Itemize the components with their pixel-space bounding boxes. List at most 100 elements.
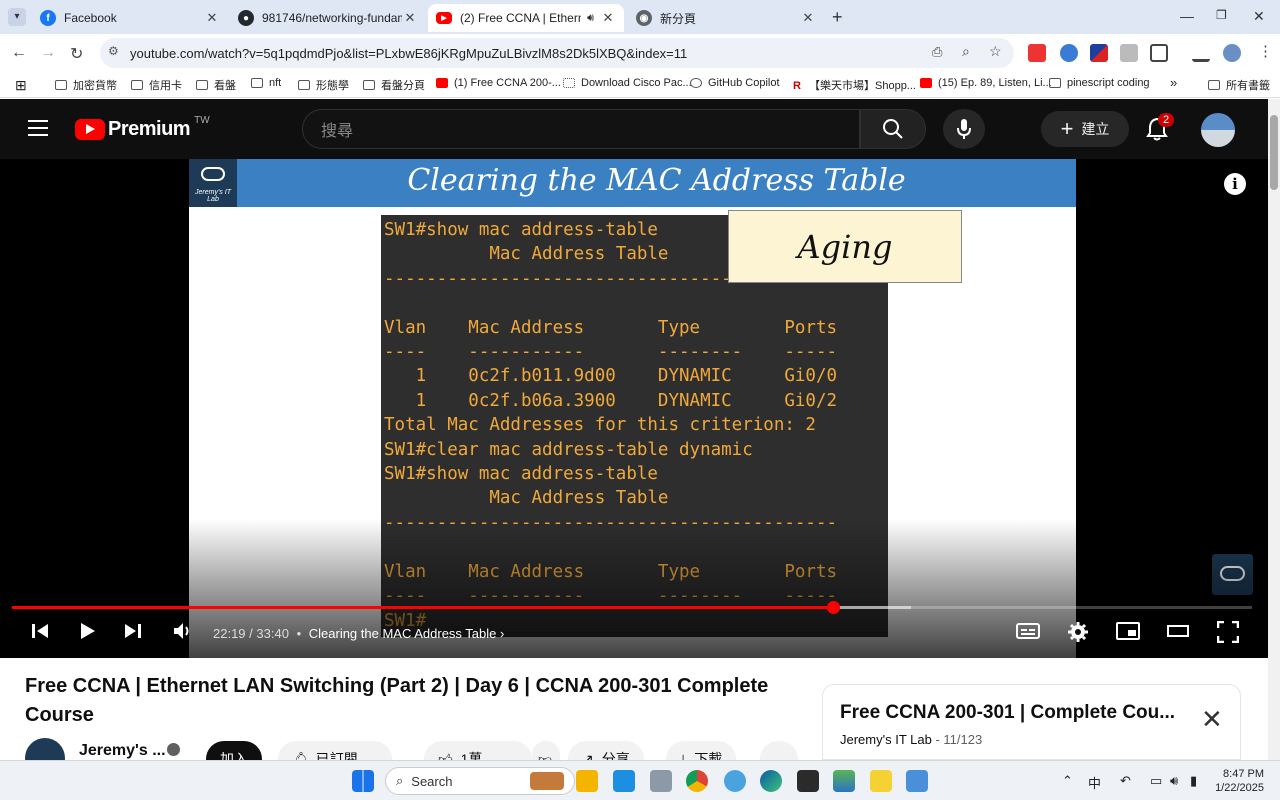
bookmark-item[interactable]: 信用卡 — [131, 77, 182, 93]
network-icon[interactable]: ▭ — [1150, 773, 1162, 789]
like-button[interactable]: 👍︎ 1萬 — [424, 741, 532, 760]
video-player[interactable]: Jeremy's IT Lab Clearing the MAC Address… — [0, 159, 1268, 658]
bookmark-item[interactable]: nft — [251, 77, 281, 89]
apps-grid-icon[interactable]: ⊞ — [15, 77, 27, 94]
zoom-icon[interactable]: ⌕ — [962, 43, 970, 60]
tab-new-tab[interactable]: ◉ 新分頁 ✕ — [628, 4, 824, 32]
bookmark-item[interactable]: 看盤分頁 — [363, 77, 425, 93]
ime-mode-icon[interactable]: ↶ — [1120, 773, 1131, 789]
forward-icon[interactable]: → — [40, 44, 56, 62]
dislike-button[interactable]: 👎︎ — [532, 741, 560, 760]
speaker-icon[interactable]: 🔊︎ — [587, 12, 594, 25]
site-info-icon[interactable]: ⚙ — [108, 44, 119, 58]
volume-icon[interactable]: 🔊︎ — [1170, 773, 1178, 789]
bookmark-item[interactable]: 加密貨幣 — [55, 77, 117, 93]
download-button[interactable]: ⤓ 下載 — [666, 741, 737, 760]
app-icon[interactable] — [650, 770, 672, 792]
search-button[interactable] — [860, 109, 926, 149]
extension-new-icon[interactable] — [1028, 44, 1046, 62]
bookmark-item[interactable]: (15) Ep. 89, Listen, Li... — [920, 77, 1052, 89]
bookmark-star-icon[interactable]: ☆ — [989, 43, 1002, 60]
all-bookmarks-item[interactable]: 所有書籤 — [1208, 77, 1270, 93]
app-icon[interactable] — [613, 770, 635, 792]
edge-icon[interactable] — [760, 770, 782, 792]
close-window-icon[interactable]: ✕ — [1253, 8, 1265, 25]
app-icon[interactable] — [833, 770, 855, 792]
scrubber-handle[interactable] — [826, 601, 840, 614]
minimize-icon[interactable]: — — [1180, 8, 1194, 24]
profile-avatar[interactable] — [1223, 44, 1241, 62]
play-icon[interactable] — [78, 621, 98, 641]
close-tab-icon[interactable]: ✕ — [204, 10, 220, 26]
browser-menu-icon[interactable]: ⋮ — [1258, 42, 1273, 60]
playlist-title[interactable]: Free CCNA 200-301 | Complete Cou... — [840, 702, 1175, 724]
tab-youtube-active[interactable]: ▶ (2) Free CCNA | Ethernet LA 🔊︎ ✕ — [428, 4, 624, 32]
bookmark-item[interactable]: (1) Free CCNA 200-... — [436, 77, 561, 89]
bookmark-item[interactable]: 形態學 — [298, 77, 349, 93]
extensions-puzzle-icon[interactable] — [1150, 44, 1168, 62]
bookmarks-overflow-icon[interactable]: » — [1170, 75, 1177, 90]
create-button[interactable]: + 建立 — [1041, 111, 1129, 147]
tab-facebook[interactable]: f Facebook ✕ — [32, 4, 228, 32]
tab-github[interactable]: ● 981746/networking-fundament ✕ — [230, 4, 426, 32]
theater-mode-icon[interactable] — [1167, 621, 1189, 641]
fullscreen-icon[interactable] — [1217, 621, 1239, 643]
channel-avatar[interactable] — [25, 738, 65, 760]
chevron-up-icon[interactable]: ⌃ — [1062, 773, 1073, 789]
reload-icon[interactable]: ↻ — [70, 44, 83, 64]
app-icon[interactable] — [724, 770, 746, 792]
terminal-icon[interactable] — [797, 770, 819, 792]
tab-search-button[interactable]: ▾ — [8, 8, 26, 26]
bookmark-item[interactable]: R 【樂天市場】Shopp... — [793, 77, 916, 93]
bookmark-item[interactable]: Download Cisco Pac... — [563, 77, 692, 89]
app-icon[interactable] — [870, 770, 892, 792]
notifications-button[interactable]: 2 — [1146, 113, 1175, 146]
bookmark-item[interactable]: pinescript coding — [1049, 77, 1150, 89]
extension-flag-icon[interactable] — [1090, 44, 1108, 62]
install-icon[interactable]: ⎙ — [932, 44, 942, 60]
join-button[interactable]: 加入 — [206, 741, 262, 760]
extension-icon[interactable] — [1120, 44, 1138, 62]
share-button[interactable]: ↗ 分享 — [568, 741, 644, 760]
voice-search-button[interactable] — [943, 109, 985, 149]
close-icon[interactable]: ✕ — [1201, 706, 1223, 732]
extension-icon[interactable] — [1060, 44, 1078, 62]
youtube-logo[interactable]: Premium TW — [75, 115, 210, 141]
info-icon[interactable]: i — [1224, 173, 1246, 195]
close-tab-icon[interactable]: ✕ — [800, 10, 816, 26]
account-avatar[interactable] — [1201, 113, 1235, 147]
previous-icon[interactable] — [30, 621, 50, 641]
taskbar-clock[interactable]: 8:47 PM 1/22/2025 — [1210, 767, 1264, 795]
hamburger-menu-icon[interactable] — [28, 120, 48, 136]
settings-gear-icon[interactable] — [1067, 621, 1089, 643]
chrome-icon[interactable] — [686, 770, 708, 792]
bookmark-item[interactable]: 看盤 — [196, 77, 236, 93]
subscribed-button[interactable]: 🔔︎ 已訂閱 ⌄ — [278, 741, 392, 760]
close-tab-icon[interactable]: ✕ — [600, 10, 616, 26]
scrollbar-thumb[interactable] — [1270, 115, 1278, 190]
channel-name[interactable]: Jeremy's ... — [79, 742, 166, 760]
next-icon[interactable] — [123, 621, 143, 641]
miniplayer-icon[interactable] — [1116, 621, 1140, 641]
subtitles-icon[interactable] — [1016, 621, 1040, 641]
taskbar-search[interactable]: ⌕ Search — [385, 767, 575, 795]
battery-icon[interactable]: ▮ — [1190, 773, 1197, 789]
restore-icon[interactable]: ❐ — [1216, 8, 1227, 22]
back-icon[interactable]: ← — [11, 44, 27, 62]
file-explorer-icon[interactable] — [576, 770, 598, 792]
close-tab-icon[interactable]: ✕ — [402, 10, 418, 26]
bookmark-item[interactable]: GitHub Copilot — [690, 77, 780, 89]
chevron-right-icon[interactable]: › — [500, 626, 504, 641]
page-scrollbar[interactable] — [1268, 99, 1280, 760]
address-bar[interactable]: ⚙ youtube.com/watch?v=5q1pqdmdPjo&list=P… — [100, 38, 1014, 68]
media-control-icon[interactable] — [1192, 44, 1210, 62]
more-actions-button[interactable]: … — [760, 741, 798, 760]
playlist-channel[interactable]: Jeremy's IT Lab — [840, 732, 932, 747]
search-input[interactable]: 搜尋 — [302, 109, 860, 149]
ime-indicator[interactable]: 中 — [1088, 773, 1101, 792]
notepad-icon[interactable] — [906, 770, 928, 792]
volume-icon[interactable] — [172, 621, 194, 641]
windows-start-icon[interactable] — [352, 770, 374, 792]
new-tab-button[interactable]: + — [832, 7, 843, 28]
progress-bar[interactable] — [12, 601, 1252, 614]
